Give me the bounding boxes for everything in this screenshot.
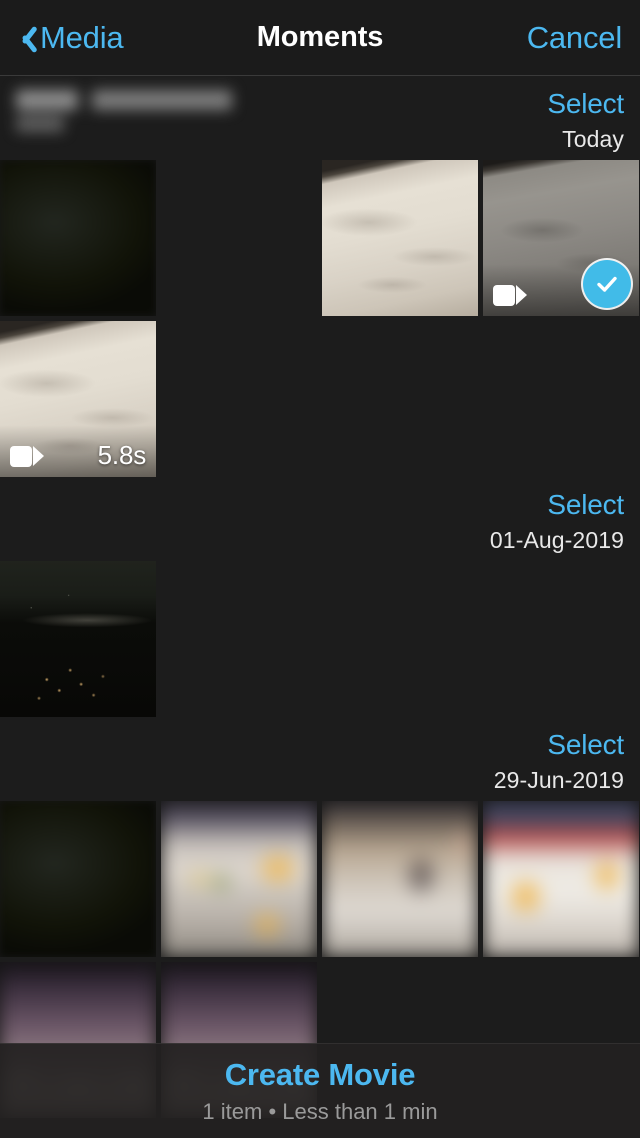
thumbnail-marble-video-bright[interactable] (322, 160, 478, 316)
thumbnail-dark-foliage-photo[interactable] (0, 801, 156, 957)
thumbnail-image (0, 160, 156, 316)
create-movie-button[interactable]: Create Movie (225, 1057, 416, 1093)
moment-section-aug: Select 01-Aug-2019 (0, 477, 640, 717)
bottom-action-bar: Create Movie 1 item • Less than 1 min (0, 1043, 640, 1138)
cancel-button[interactable]: Cancel (527, 20, 622, 56)
thumbnail-redacted-screenshot[interactable] (0, 160, 156, 316)
section-header: Select Today (0, 76, 640, 160)
thumbnail-marble-video-duration[interactable]: 5.8s (0, 321, 156, 477)
thumbnail-orange-jars-photo[interactable] (483, 801, 639, 957)
moments-picker-screen: Media Moments Cancel Select Today 5.8s S… (0, 0, 640, 1138)
section-select-button[interactable]: Select (547, 489, 624, 521)
thumbnail-marble-video-selected[interactable] (483, 160, 639, 316)
section-date-label: 01-Aug-2019 (489, 527, 624, 553)
section-select-button[interactable]: Select (547, 729, 624, 761)
section-date-label: Today (562, 126, 624, 152)
thumbnail-night-city-photo[interactable] (0, 561, 156, 717)
thumbnail-grid (0, 561, 640, 717)
video-camera-icon (493, 284, 527, 306)
selection-summary-label: 1 item • Less than 1 min (202, 1099, 438, 1124)
thumbnail-image (322, 160, 478, 316)
video-camera-icon (10, 445, 44, 467)
section-select-button[interactable]: Select (547, 88, 624, 120)
moment-section-today: Select Today 5.8s (0, 76, 640, 477)
section-date-label: 29-Jun-2019 (493, 767, 624, 793)
thumbnail-image (322, 801, 478, 957)
thumbnail-image (483, 801, 639, 957)
thumbnail-shelf-figures-photo[interactable] (322, 801, 478, 957)
redacted-title-block (10, 86, 235, 138)
thumbnail-image (0, 561, 156, 717)
moments-scroll-area[interactable]: Select Today 5.8s Select 01-Aug-2019 Sel… (0, 76, 640, 1138)
video-duration-label: 5.8s (97, 440, 147, 470)
section-header: Select 01-Aug-2019 (0, 477, 640, 561)
selection-checkmark-icon[interactable] (583, 260, 631, 308)
thumbnail-empty-slot (161, 160, 317, 316)
thumbnail-image (0, 801, 156, 957)
thumbnail-shelf-jars-photo[interactable] (161, 801, 317, 957)
navigation-bar: Media Moments Cancel (0, 0, 640, 76)
thumbnail-image (161, 801, 317, 957)
section-header: Select 29-Jun-2019 (0, 717, 640, 801)
thumbnail-grid: 5.8s (0, 160, 640, 477)
